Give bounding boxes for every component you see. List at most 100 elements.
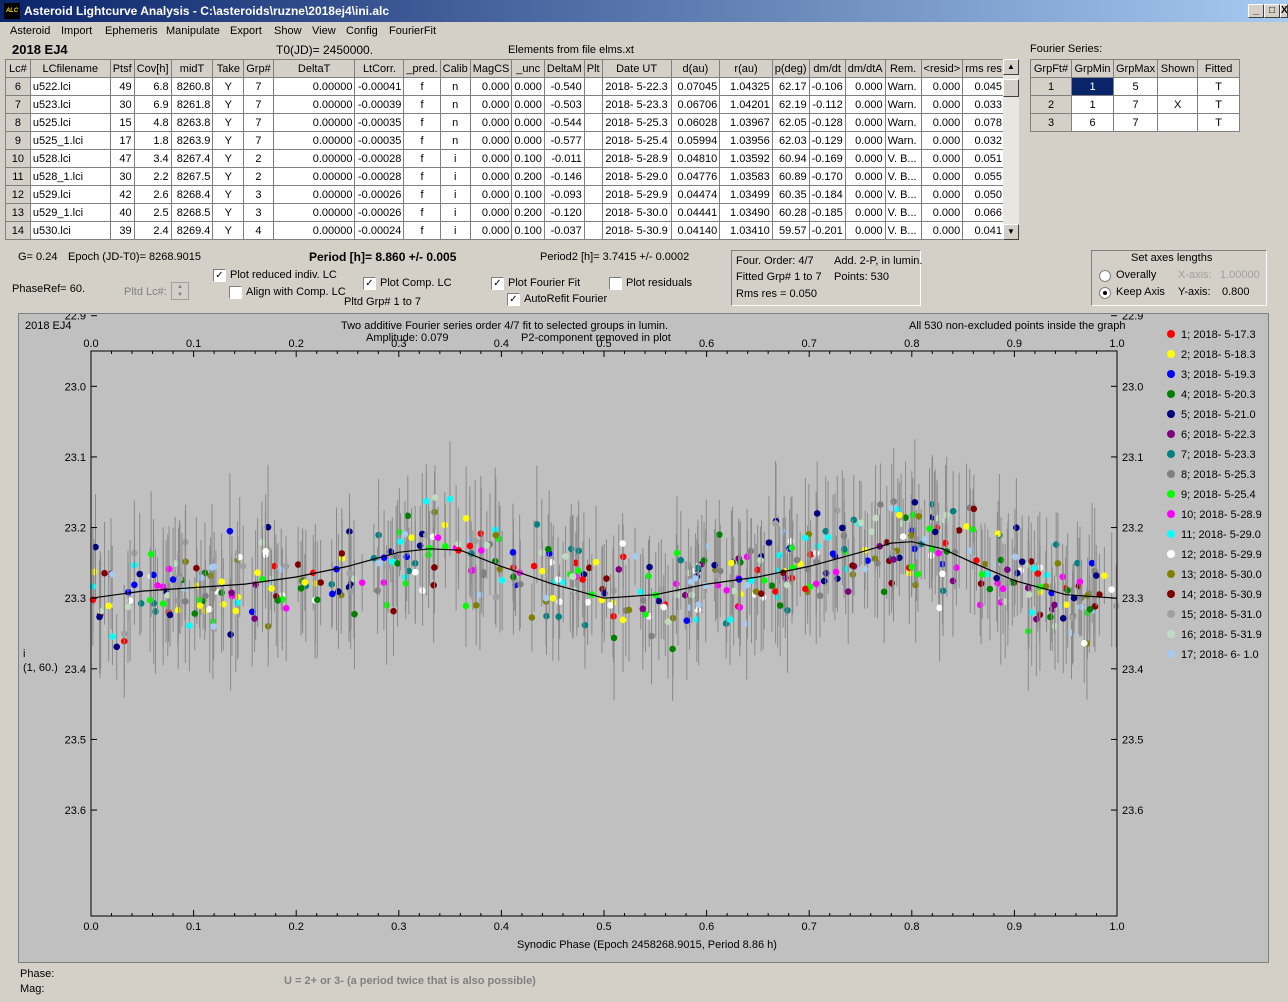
lc-cell[interactable]: f [403, 185, 441, 204]
fourier-cell[interactable] [1157, 77, 1199, 96]
lc-cell[interactable]: 0.000 [469, 131, 513, 150]
fourier-cell[interactable]: 7 [1112, 95, 1159, 114]
lc-cell[interactable]: 1.03956 [719, 131, 773, 150]
fourier-cell[interactable] [1157, 113, 1199, 132]
scroll-thumb[interactable] [1003, 79, 1019, 97]
lc-cell[interactable]: Y [212, 95, 245, 114]
lc-col-header[interactable]: p(deg) [771, 59, 810, 78]
lc-cell[interactable]: -0.00035 [354, 113, 405, 132]
fourier-cell[interactable]: 2 [1030, 95, 1072, 114]
title-bar[interactable]: ALC Asteroid Lightcurve Analysis - C:\as… [0, 0, 1288, 22]
lc-table-row[interactable]: 12 u529.lci 42 2.6 8268.4 Y 3 0.00000 -0.00026 f i… [5, 185, 1005, 204]
lc-col-header[interactable]: dm/dt [808, 59, 846, 78]
keep-axis-radio[interactable] [1099, 287, 1111, 299]
lc-cell[interactable]: 2018- 5-30.9 [601, 221, 672, 240]
lc-cell[interactable]: 0.033 [962, 95, 1005, 114]
lc-cell[interactable]: 62.19 [771, 95, 810, 114]
lc-cell[interactable]: -0.112 [808, 95, 846, 114]
fourier-cell[interactable]: T [1197, 77, 1241, 96]
lc-cell[interactable]: 0.000 [844, 131, 886, 150]
lc-cell[interactable] [583, 221, 603, 240]
lc-cell[interactable]: 0.066 [962, 203, 1005, 222]
lc-cell[interactable]: 0.000 [920, 203, 964, 222]
lc-cell[interactable] [583, 77, 603, 96]
lc-cell[interactable]: -0.00028 [354, 167, 405, 186]
lc-cell[interactable]: Y [212, 221, 245, 240]
menu-manipulate[interactable]: Manipulate [166, 25, 220, 37]
pltd-lc-spinner[interactable]: ▲ ▼ [171, 282, 189, 300]
lc-cell[interactable]: u525_1.lci [29, 131, 111, 150]
lc-cell[interactable] [583, 95, 603, 114]
autorefit-checkbox[interactable]: ✓ [507, 293, 520, 306]
lc-cell[interactable]: 0.200 [511, 203, 545, 222]
lc-col-header[interactable]: LtCorr. [354, 59, 405, 78]
lc-cell[interactable]: V. B... [884, 149, 922, 168]
lc-table-row[interactable]: 6 u522.lci 49 6.8 8260.8 Y 7 0.00000 -0.00041 f n 0… [5, 77, 1005, 96]
lc-cell[interactable]: 40 [109, 203, 135, 222]
lc-cell[interactable]: Warn. [884, 95, 922, 114]
lc-cell[interactable]: 2.5 [133, 203, 172, 222]
lc-col-header[interactable]: DeltaT [272, 59, 356, 78]
lc-cell[interactable]: u530.lci [29, 221, 111, 240]
lc-cell[interactable]: 0.06028 [670, 113, 721, 132]
lc-cell[interactable]: 0.000 [511, 131, 545, 150]
plot-panel[interactable]: 0.0 0.0 0.1 0.1 0.2 0.2 0.3 0.3 0.4 0.4 0.5 0.5 0.6 0… [18, 313, 1269, 963]
lc-cell[interactable]: 6.8 [133, 77, 172, 96]
fourier-table-row[interactable]: 367 T [1030, 113, 1241, 132]
scroll-up-button[interactable]: ▲ [1003, 59, 1019, 75]
lc-cell[interactable]: 0.078 [962, 113, 1005, 132]
lc-cell[interactable]: 7 [243, 77, 274, 96]
lc-cell[interactable]: 10 [5, 149, 31, 168]
lc-cell[interactable]: 8263.9 [170, 131, 214, 150]
lc-cell[interactable]: Y [212, 77, 245, 96]
lc-cell[interactable]: 49 [109, 77, 135, 96]
menu-export[interactable]: Export [230, 25, 262, 37]
lc-cell[interactable]: Y [212, 185, 245, 204]
lc-cell[interactable]: -0.00024 [354, 221, 405, 240]
lc-cell[interactable]: 2018- 5-30.0 [601, 203, 672, 222]
lc-cell[interactable]: 15 [109, 113, 135, 132]
lc-col-header[interactable]: Take [212, 59, 245, 78]
lc-cell[interactable]: 0.000 [844, 113, 886, 132]
lc-cell[interactable]: 8261.8 [170, 95, 214, 114]
fourier-col-header[interactable]: GrpFt# [1030, 59, 1072, 78]
lc-cell[interactable]: 0.07045 [670, 77, 721, 96]
lc-cell[interactable]: Warn. [884, 113, 922, 132]
lc-cell[interactable]: 0.000 [920, 149, 964, 168]
lc-cell[interactable]: 2018- 5-22.3 [601, 77, 672, 96]
lc-cell[interactable]: 1.03499 [719, 185, 773, 204]
lc-cell[interactable]: 60.94 [771, 149, 810, 168]
lc-table-row[interactable]: 9 u525_1.lci 17 1.8 8263.9 Y 7 0.00000 -0.00035 f… [5, 131, 1005, 150]
lc-cell[interactable]: 0.00000 [272, 113, 356, 132]
lc-cell[interactable]: 2 [243, 149, 274, 168]
lc-cell[interactable]: 8269.4 [170, 221, 214, 240]
lc-cell[interactable]: -0.00026 [354, 203, 405, 222]
lc-cell[interactable]: 0.000 [920, 221, 964, 240]
lc-cell[interactable]: 60.89 [771, 167, 810, 186]
lc-cell[interactable]: 0.000 [469, 77, 513, 96]
fourier-cell[interactable]: 5 [1112, 77, 1159, 96]
lc-cell[interactable]: n [439, 77, 471, 96]
lc-cell[interactable]: -0.093 [543, 185, 585, 204]
lc-cell[interactable]: Y [212, 149, 245, 168]
lc-cell[interactable]: i [439, 185, 471, 204]
lc-cell[interactable]: -0.106 [808, 77, 846, 96]
lc-cell[interactable]: 62.17 [771, 77, 810, 96]
minimize-button[interactable]: _ [1248, 4, 1264, 18]
lc-cell[interactable]: 0.000 [920, 77, 964, 96]
lc-cell[interactable]: 0.055 [962, 167, 1005, 186]
lc-cell[interactable] [583, 149, 603, 168]
lc-cell[interactable]: 0.00000 [272, 77, 356, 96]
fourier-cell[interactable]: X [1157, 95, 1199, 114]
lc-cell[interactable]: f [403, 95, 441, 114]
lc-col-header[interactable]: _unc [511, 59, 545, 78]
lc-cell[interactable]: i [439, 149, 471, 168]
lc-cell[interactable]: 0.041 [962, 221, 1005, 240]
align-comp-checkbox[interactable] [229, 286, 242, 299]
lc-table-row[interactable]: 7 u523.lci 30 6.9 8261.8 Y 7 0.00000 -0.00039 f n 0… [5, 95, 1005, 114]
scroll-down-button[interactable]: ▼ [1003, 224, 1019, 240]
lc-cell[interactable]: 0.04776 [670, 167, 721, 186]
lc-cell[interactable]: 6 [5, 77, 31, 96]
lc-cell[interactable]: 0.04474 [670, 185, 721, 204]
lc-cell[interactable]: V. B... [884, 167, 922, 186]
